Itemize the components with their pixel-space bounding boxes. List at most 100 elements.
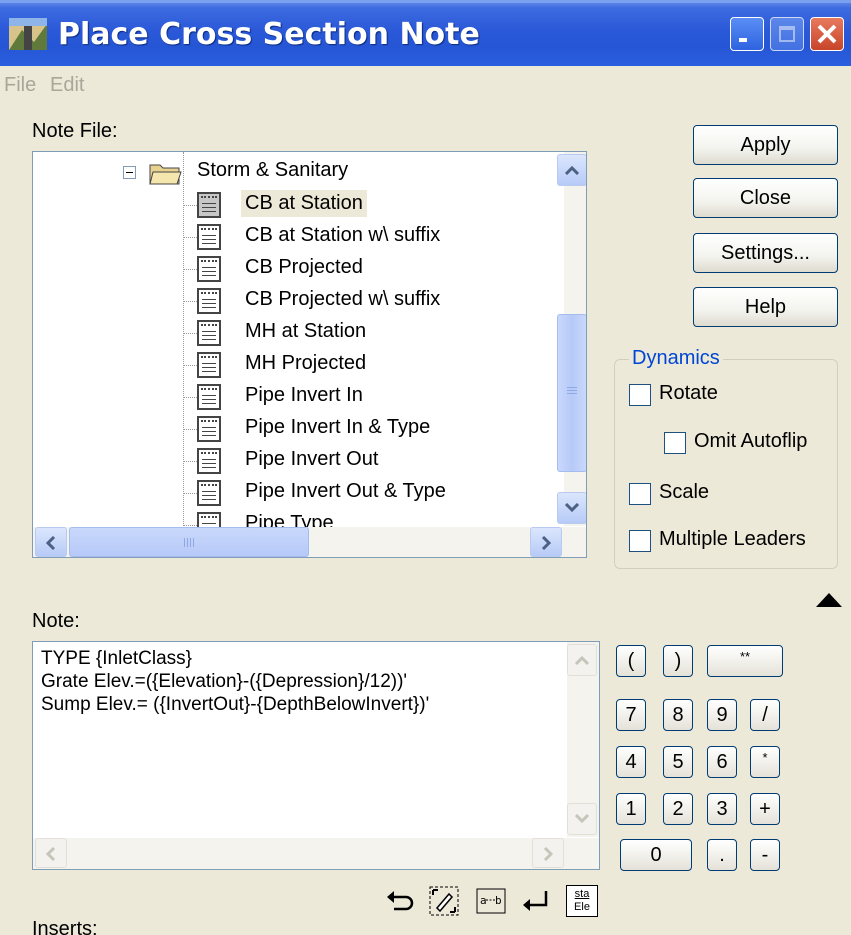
key-7[interactable]: 7 [616,699,646,731]
chevron-right-icon [541,535,552,551]
note-scroll-down-button [567,803,597,835]
close-window-button[interactable] [810,17,844,51]
maximize-button[interactable] [770,17,804,51]
folder-open-icon [149,164,182,185]
settings-button[interactable]: Settings... [693,233,838,273]
key-9[interactable]: 9 [707,699,737,731]
note-line: Sump Elev.= ({InvertOut}-{DepthBelowInve… [41,694,430,715]
scroll-right-button[interactable] [530,527,562,557]
dynamics-group-title: Dynamics [629,347,723,370]
note-document-icon [197,288,221,314]
tree-item[interactable]: MH at Station [197,318,557,348]
chevron-left-icon [45,846,56,862]
tree-item-label: Pipe Invert Out [245,448,379,470]
elevation-label: Ele [574,901,590,913]
app-icon [9,18,47,50]
window-title: Place Cross Section Note [58,17,480,52]
hscroll-thumb[interactable] [69,527,309,557]
scroll-thumb[interactable] [557,314,586,472]
tree-folder-label: Storm & Sanitary [197,159,349,181]
key-power[interactable]: ** [707,645,783,677]
note-document-icon [197,192,221,218]
scroll-down-button[interactable] [557,492,586,524]
move-text-icon[interactable] [428,885,460,917]
chevron-up-icon [564,165,580,176]
svg-text:b: b [495,894,502,907]
collapse-toggle[interactable] [123,166,136,179]
key-close-paren[interactable]: ) [663,645,693,677]
undo-icon[interactable] [384,885,416,917]
menu-edit[interactable]: Edit [50,74,84,97]
note-text-area[interactable]: TYPE {InletClass} Grate Elev.=({Elevatio… [32,641,600,870]
key-3[interactable]: 3 [707,793,737,825]
note-document-icon [197,384,221,410]
tree-item-label: Pipe Invert In & Type [245,416,431,438]
key-multiply[interactable]: * [750,746,780,778]
note-file-label: Note File: [32,120,118,142]
key-decimal[interactable]: . [707,839,737,871]
tree-item-label: Pipe Invert Out & Type [245,480,446,502]
tree-vertical-scrollbar[interactable] [557,152,586,526]
key-divide[interactable]: / [750,699,780,731]
note-document-icon [197,416,221,442]
key-8[interactable]: 8 [663,699,693,731]
key-6[interactable]: 6 [707,746,737,778]
minimize-button[interactable] [730,17,764,51]
key-1[interactable]: 1 [616,793,646,825]
title-bar[interactable]: Place Cross Section Note [0,0,851,66]
key-open-paren[interactable]: ( [616,645,646,677]
note-document-icon [197,480,221,506]
tree-item[interactable]: MH Projected [197,350,557,380]
scroll-up-button[interactable] [557,154,586,186]
key-0[interactable]: 0 [620,839,692,871]
multiple-leaders-label: Multiple Leaders [659,528,806,550]
tree-item[interactable]: CB at Station [197,190,557,220]
tree-item[interactable]: Pipe Invert Out & Type [197,478,557,508]
note-document-icon [197,320,221,346]
tree-item[interactable]: Pipe Invert In & Type [197,414,557,444]
omit-autoflip-checkbox[interactable] [664,432,686,454]
tree-item[interactable]: Pipe Invert Out [197,446,557,476]
key-minus[interactable]: - [750,839,780,871]
tree-item-label: MH Projected [245,352,367,374]
tree-item-label: MH at Station [245,320,367,342]
help-button[interactable]: Help [693,287,838,327]
station-elevation-button[interactable]: sta Ele [566,885,598,917]
note-file-tree[interactable]: Storm & Sanitary CB at Station CB at Stat… [32,151,587,558]
scale-checkbox[interactable] [629,483,651,505]
tree-item[interactable]: CB Projected [197,254,557,284]
tree-item[interactable]: CB at Station w\ suffix [197,222,557,252]
menu-file[interactable]: File [4,74,36,97]
key-2[interactable]: 2 [663,793,693,825]
tree-folder-storm-sanitary[interactable]: Storm & Sanitary [123,158,423,186]
rotate-label: Rotate [659,382,718,404]
enter-icon[interactable] [520,885,552,917]
tree-item[interactable]: Pipe Invert In [197,382,557,412]
scroll-left-button[interactable] [35,527,67,557]
swap-text-icon[interactable]: a b [475,885,507,917]
svg-text:a: a [480,894,487,907]
note-scroll-right-button [532,838,564,868]
key-5[interactable]: 5 [663,746,693,778]
note-scroll-left-button [35,838,67,868]
apply-button[interactable]: Apply [693,125,838,165]
note-document-icon [197,448,221,474]
chevron-left-icon [45,535,56,551]
rotate-checkbox[interactable] [629,384,651,406]
chevron-up-icon [574,655,590,666]
note-vertical-scrollbar [567,642,599,837]
multiple-leaders-checkbox[interactable] [629,530,651,552]
tree-horizontal-scrollbar[interactable] [33,527,586,557]
note-label: Note: [32,610,80,632]
note-scroll-up-button [567,644,597,676]
inserts-label: Inserts: [32,918,98,935]
key-4[interactable]: 4 [616,746,646,778]
tree-item[interactable]: CB Projected w\ suffix [197,286,557,316]
close-button[interactable]: Close [693,178,838,218]
key-plus[interactable]: + [750,793,780,825]
note-line: TYPE {InletClass} [41,648,193,669]
chevron-down-icon [564,502,580,513]
note-document-icon [197,224,221,250]
omit-autoflip-label: Omit Autoflip [694,430,808,452]
collapse-arrow-icon[interactable] [816,593,842,607]
